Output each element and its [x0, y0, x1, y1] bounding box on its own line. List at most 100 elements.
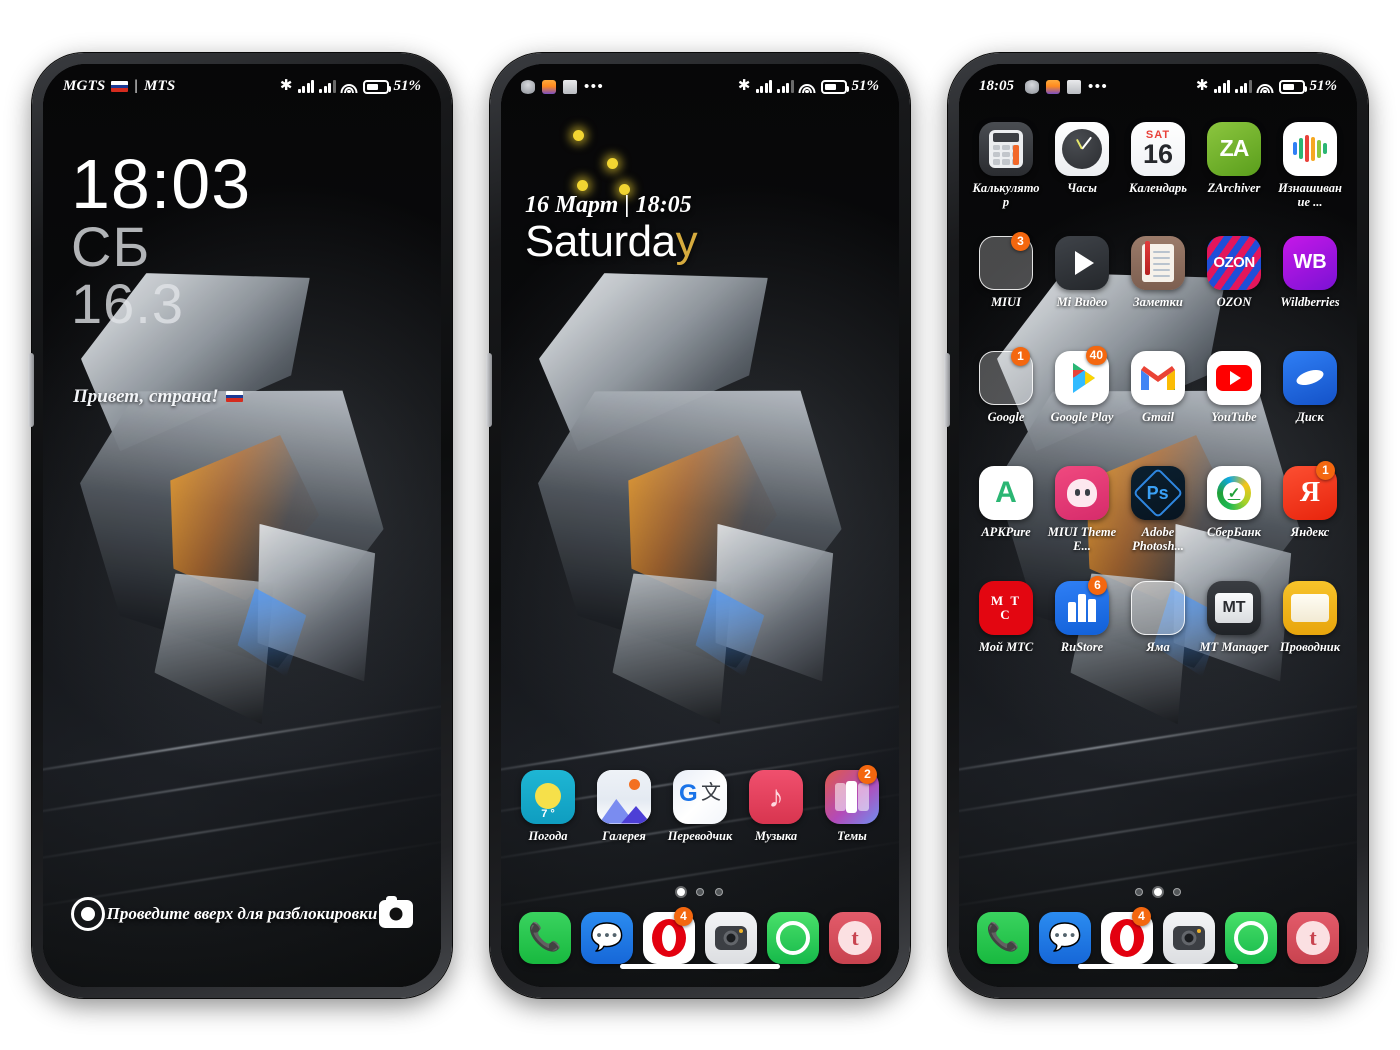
app-mt-manager[interactable]: MT MT Manager	[1199, 580, 1269, 654]
app-miui-theme-editor[interactable]: MIUI Theme E...	[1047, 465, 1117, 553]
app-grid-row-3: 1 Google 40 Google Play Gmail YouTube Ди…	[959, 345, 1357, 424]
system-icons: ✱ 51%	[280, 78, 421, 95]
app-notes[interactable]: Заметки	[1123, 235, 1193, 309]
whatsapp-icon[interactable]	[767, 911, 819, 964]
opera-icon[interactable]: 4	[1101, 906, 1153, 964]
app-label: Mi Видео	[1056, 294, 1108, 309]
page-dot-2[interactable]	[696, 887, 704, 896]
gesture-navigation-bar[interactable]	[620, 963, 780, 969]
folder-miui[interactable]: 3 MIUI	[971, 231, 1041, 309]
folder-google[interactable]: 1 Google	[971, 346, 1041, 424]
app-youtube[interactable]: YouTube	[1199, 350, 1269, 424]
messages-icon[interactable]: 💬	[581, 911, 633, 964]
folder-icon: 3	[979, 231, 1033, 290]
screen-homescreen-2: 18:05 ••• ✱ 51% Калькулятор Часы SAT 16 …	[959, 63, 1357, 987]
messages-icon[interactable]: 💬	[1039, 911, 1091, 964]
app-clock[interactable]: Часы	[1047, 121, 1117, 209]
yandex-icon: Я 1	[1283, 460, 1337, 520]
app-label: Галерея	[602, 828, 646, 843]
mi-video-icon	[1055, 235, 1109, 290]
page-dot-3[interactable]	[715, 887, 723, 896]
notification-badge: 1	[1316, 460, 1335, 480]
camera-icon[interactable]	[379, 895, 413, 928]
disk-icon	[1283, 350, 1337, 405]
status-bar: MGTS | MTS ✱ 51%	[43, 64, 441, 110]
music-icon: ♪	[749, 769, 803, 824]
battery-icon	[362, 79, 391, 94]
tumblr-icon[interactable]: t	[829, 911, 881, 964]
app-label: Google	[987, 409, 1025, 424]
app-mi-video[interactable]: Mi Видео	[1047, 235, 1117, 309]
wildberries-icon: WB	[1283, 235, 1337, 290]
app-disk[interactable]: Диск	[1275, 350, 1345, 424]
app-music[interactable]: ♪ Музыка	[741, 769, 811, 843]
app-label: Изнашивание ...	[1278, 180, 1342, 209]
notification-badge: 4	[674, 906, 693, 926]
page-dot-1[interactable]	[677, 887, 685, 896]
page-dot-1[interactable]	[1135, 887, 1143, 896]
whatsapp-icon[interactable]	[1225, 911, 1277, 964]
wallpaper-sparkles	[553, 126, 683, 196]
dock: 📞 💬 4 t	[959, 906, 1357, 964]
signal-bars-icon-2	[1235, 80, 1252, 93]
orange-app-icon	[1046, 79, 1060, 94]
app-gallery[interactable]: Галерея	[589, 769, 659, 843]
app-themes[interactable]: 2 Темы	[817, 764, 887, 843]
app-file-explorer[interactable]: Проводник	[1275, 580, 1345, 654]
app-label: Календарь	[1128, 180, 1188, 195]
app-zarchiver[interactable]: ZA ZArchiver	[1199, 121, 1269, 209]
app-zepp-life[interactable]: Изнашивание ...	[1275, 121, 1345, 209]
app-apkpure[interactable]: A APKPure	[971, 465, 1041, 553]
app-my-mts[interactable]: М ТС Мой МТС	[971, 580, 1041, 654]
app-gmail[interactable]: Gmail	[1123, 350, 1193, 424]
app-ozon[interactable]: OZON OZON	[1199, 235, 1269, 309]
app-calculator[interactable]: Калькулятор	[971, 121, 1041, 209]
app-label: MT Manager	[1199, 639, 1269, 654]
signal-bars-icon	[755, 80, 772, 93]
app-label: MIUI	[991, 294, 1021, 309]
app-sberbank[interactable]: ✓ СберБанк	[1199, 465, 1269, 553]
lock-greeting: Привет, страна!	[73, 386, 243, 408]
app-rustore[interactable]: 6 RuStore	[1047, 575, 1117, 654]
database-icon	[521, 79, 535, 94]
tumblr-icon[interactable]: t	[1287, 911, 1339, 964]
page-dot-3[interactable]	[1173, 887, 1181, 896]
wifi-icon	[1256, 80, 1274, 93]
weather-icon: 7 °	[521, 769, 575, 824]
app-google-play[interactable]: 40 Google Play	[1047, 345, 1117, 424]
camera-icon[interactable]	[705, 911, 757, 964]
assistant-ring-icon[interactable]	[71, 896, 105, 931]
app-label: MIUI Theme E...	[1047, 524, 1117, 553]
phone-icon[interactable]: 📞	[519, 911, 571, 964]
app-weather[interactable]: 7 ° Погода	[513, 769, 583, 843]
lock-bottom-bar: Проведите вверх для разблокировки	[43, 895, 441, 931]
app-label: Калькулятор	[972, 180, 1040, 209]
zarchiver-icon: ZA	[1207, 121, 1261, 176]
app-label: Adobe Photosh...	[1132, 524, 1184, 553]
power-button[interactable]	[28, 352, 34, 427]
youtube-icon	[1207, 350, 1261, 405]
date-widget[interactable]: 16 Март | 18:05 Saturday	[525, 192, 698, 265]
screen-homescreen-1: ••• ✱ 51% 16 Март | 18:05 Saturday 7 ° П…	[501, 63, 899, 987]
app-calendar[interactable]: SAT 16 Календарь	[1123, 121, 1193, 209]
app-label: Google Play	[1050, 409, 1114, 424]
power-button[interactable]	[944, 352, 950, 427]
gesture-navigation-bar[interactable]	[1078, 963, 1238, 969]
app-translate[interactable]: G文 Переводчик	[665, 769, 735, 843]
opera-icon[interactable]: 4	[643, 906, 695, 964]
app-label: Яма	[1146, 639, 1170, 654]
lock-weekday: СБ	[71, 215, 151, 279]
carrier-separator: |	[134, 78, 138, 94]
app-wildberries[interactable]: WB Wildberries	[1275, 235, 1345, 309]
app-photoshop[interactable]: Ps Adobe Photosh...	[1123, 465, 1193, 553]
folder-yama[interactable]: Яма	[1123, 580, 1193, 654]
camera-icon[interactable]	[1163, 911, 1215, 964]
app-yandex[interactable]: Я 1 Яндекс	[1275, 460, 1345, 553]
mts-icon: М ТС	[979, 580, 1033, 635]
page-dot-2[interactable]	[1154, 887, 1162, 896]
power-button[interactable]	[486, 352, 492, 427]
battery-percent: 51%	[393, 78, 422, 94]
phone-icon[interactable]: 📞	[977, 911, 1029, 964]
notes-icon	[1131, 235, 1185, 290]
app-label: Диск	[1296, 409, 1324, 424]
